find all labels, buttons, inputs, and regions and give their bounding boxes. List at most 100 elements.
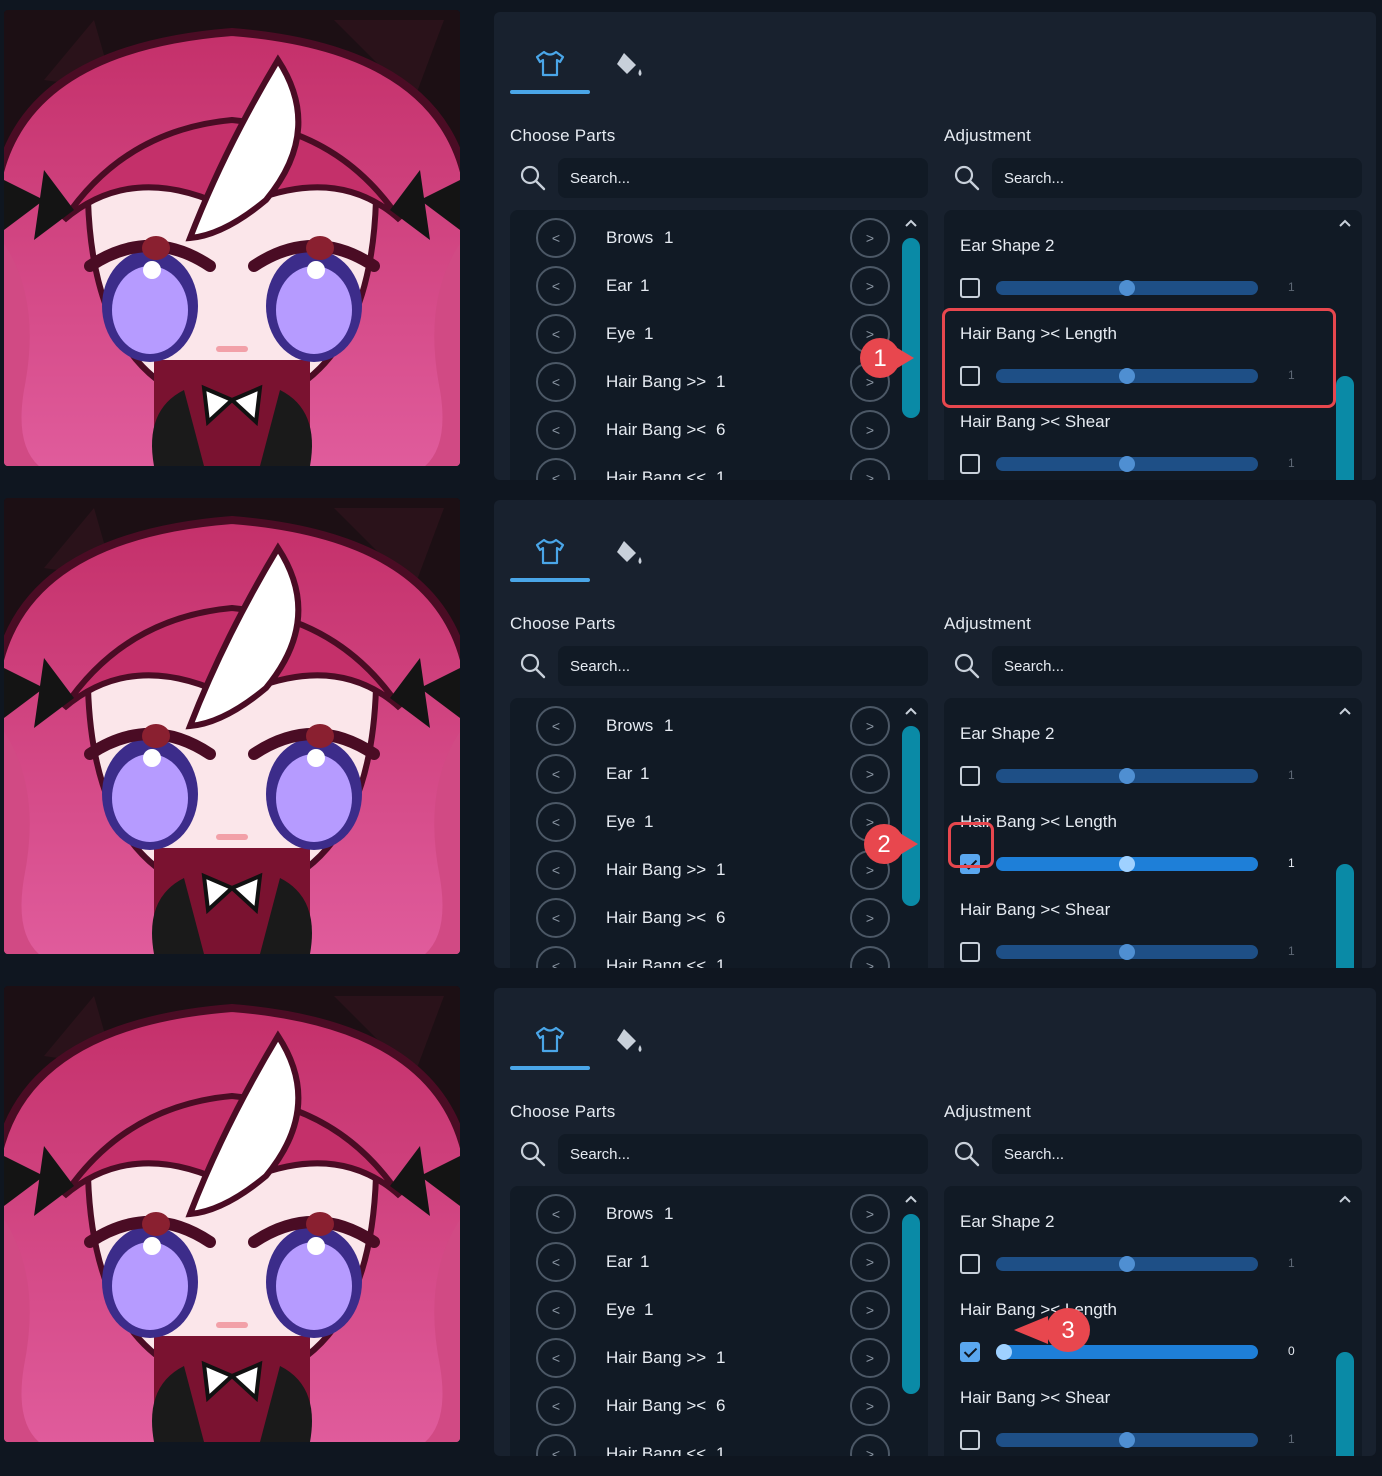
adjustment-slider[interactable] bbox=[996, 768, 1258, 784]
slider-thumb[interactable] bbox=[1119, 1256, 1135, 1272]
next-part-button[interactable]: > bbox=[850, 754, 890, 794]
next-part-button[interactable]: > bbox=[850, 218, 890, 258]
slider-thumb[interactable] bbox=[1119, 456, 1135, 472]
tab-parts[interactable] bbox=[510, 522, 590, 582]
search-icon bbox=[520, 653, 546, 679]
adjustment-scrollbar[interactable] bbox=[1336, 1352, 1354, 1456]
prev-part-button[interactable]: < bbox=[536, 946, 576, 968]
adjustment-slider[interactable] bbox=[996, 856, 1258, 872]
adjustment-search-input[interactable] bbox=[992, 646, 1362, 686]
tab-colors[interactable] bbox=[590, 522, 670, 580]
part-value: 1 bbox=[640, 1252, 650, 1271]
part-value: 1 bbox=[644, 1300, 654, 1319]
prev-part-button[interactable]: < bbox=[536, 266, 576, 306]
next-part-button[interactable]: > bbox=[850, 1194, 890, 1234]
prev-part-button[interactable]: < bbox=[536, 410, 576, 450]
adjustment-checkbox[interactable] bbox=[960, 1254, 980, 1274]
adjustment-slider[interactable] bbox=[996, 280, 1258, 296]
part-name: Ear bbox=[606, 764, 633, 783]
adjustment-scrollbar[interactable] bbox=[1336, 376, 1354, 480]
tab-parts[interactable] bbox=[510, 1010, 590, 1070]
adjustment-checkbox[interactable] bbox=[960, 1430, 980, 1450]
adjustment-search bbox=[944, 158, 1362, 198]
next-part-button[interactable]: > bbox=[850, 946, 890, 968]
character-portrait bbox=[4, 986, 460, 1442]
adjustment-slider[interactable] bbox=[996, 456, 1258, 472]
next-part-button[interactable]: > bbox=[850, 706, 890, 746]
prev-part-button[interactable]: < bbox=[536, 218, 576, 258]
parts-scrollbar[interactable] bbox=[902, 1214, 920, 1394]
part-name: Eye bbox=[606, 812, 636, 831]
next-part-button[interactable]: > bbox=[850, 1434, 890, 1456]
next-part-button[interactable]: > bbox=[850, 410, 890, 450]
adjustment-checkbox[interactable] bbox=[960, 942, 980, 962]
next-part-button[interactable]: > bbox=[850, 458, 890, 480]
tab-parts[interactable] bbox=[510, 34, 590, 94]
adjustment-checkbox[interactable] bbox=[960, 1342, 980, 1362]
part-name: Hair Bang >> bbox=[606, 1348, 707, 1367]
adjustment-label: Hair Bang >< Shear bbox=[960, 1388, 1111, 1407]
next-part-button[interactable]: > bbox=[850, 266, 890, 306]
prev-part-button[interactable]: < bbox=[536, 1386, 576, 1426]
choose-parts-heading: Choose Parts bbox=[510, 614, 616, 633]
parts-search-input[interactable] bbox=[558, 1134, 928, 1174]
next-part-button[interactable]: > bbox=[850, 1242, 890, 1282]
prev-part-button[interactable]: < bbox=[536, 802, 576, 842]
adjustment-checkbox[interactable] bbox=[960, 278, 980, 298]
editor-panel: Choose Parts Adjustment < Brows 1 > < Ear 1 > < Eye… bbox=[494, 12, 1376, 480]
tab-colors[interactable] bbox=[590, 1010, 670, 1068]
adjustment-checkbox[interactable] bbox=[960, 454, 980, 474]
prev-part-button[interactable]: < bbox=[536, 850, 576, 890]
next-part-button[interactable]: > bbox=[850, 1338, 890, 1378]
prev-part-button[interactable]: < bbox=[536, 458, 576, 480]
slider-thumb[interactable] bbox=[1119, 856, 1135, 872]
parts-search-input[interactable] bbox=[558, 646, 928, 686]
adjustment-search-input[interactable] bbox=[992, 158, 1362, 198]
prev-part-button[interactable]: < bbox=[536, 754, 576, 794]
adjustment-list: Ear Shape 2 1 Hair Bang >< Length 0 Hair Ban… bbox=[944, 1186, 1362, 1456]
adjustment-value: 1 bbox=[1288, 456, 1295, 470]
prev-part-button[interactable]: < bbox=[536, 1242, 576, 1282]
prev-part-button[interactable]: < bbox=[536, 898, 576, 938]
prev-part-button[interactable]: < bbox=[536, 1194, 576, 1234]
search-icon bbox=[954, 1141, 980, 1167]
parts-search bbox=[510, 1134, 928, 1174]
part-value: 1 bbox=[664, 228, 674, 247]
screen-step-3: Choose Parts Adjustment < Brows 1 > < Ear 1 > < Eye… bbox=[0, 976, 1382, 1456]
adjustment-checkbox[interactable] bbox=[960, 766, 980, 786]
prev-part-button[interactable]: < bbox=[536, 362, 576, 402]
slider-thumb[interactable] bbox=[1119, 944, 1135, 960]
next-part-button[interactable]: > bbox=[850, 898, 890, 938]
tab-colors[interactable] bbox=[590, 34, 670, 92]
adjustment-value: 1 bbox=[1288, 1432, 1295, 1446]
parts-scrollbar[interactable] bbox=[902, 726, 920, 906]
adjustment-value: 1 bbox=[1288, 1256, 1295, 1270]
adjustment-value: 1 bbox=[1288, 768, 1295, 782]
next-part-button[interactable]: > bbox=[850, 1290, 890, 1330]
character-portrait bbox=[4, 10, 460, 466]
prev-part-button[interactable]: < bbox=[536, 706, 576, 746]
slider-thumb[interactable] bbox=[1119, 1432, 1135, 1448]
adjustment-scrollbar[interactable] bbox=[1336, 864, 1354, 968]
list-item: < Hair Bang >< 6 > bbox=[510, 1382, 928, 1430]
part-value: 6 bbox=[716, 908, 726, 927]
part-name: Ear bbox=[606, 1252, 633, 1271]
adjustment-slider[interactable] bbox=[996, 1256, 1258, 1272]
next-part-button[interactable]: > bbox=[850, 1386, 890, 1426]
slider-thumb[interactable] bbox=[1119, 280, 1135, 296]
prev-part-button[interactable]: < bbox=[536, 314, 576, 354]
slider-thumb[interactable] bbox=[1119, 768, 1135, 784]
character-portrait bbox=[4, 498, 460, 954]
prev-part-button[interactable]: < bbox=[536, 1338, 576, 1378]
adjustment-search-input[interactable] bbox=[992, 1134, 1362, 1174]
parts-scrollbar[interactable] bbox=[902, 238, 920, 418]
parts-search-input[interactable] bbox=[558, 158, 928, 198]
part-value: 1 bbox=[716, 372, 726, 391]
prev-part-button[interactable]: < bbox=[536, 1434, 576, 1456]
adjustment-slider[interactable] bbox=[996, 1432, 1258, 1448]
step-number: 2 bbox=[877, 831, 890, 858]
slider-thumb[interactable] bbox=[996, 1344, 1012, 1360]
step-callout: 1 bbox=[860, 338, 914, 378]
prev-part-button[interactable]: < bbox=[536, 1290, 576, 1330]
adjustment-slider[interactable] bbox=[996, 944, 1258, 960]
